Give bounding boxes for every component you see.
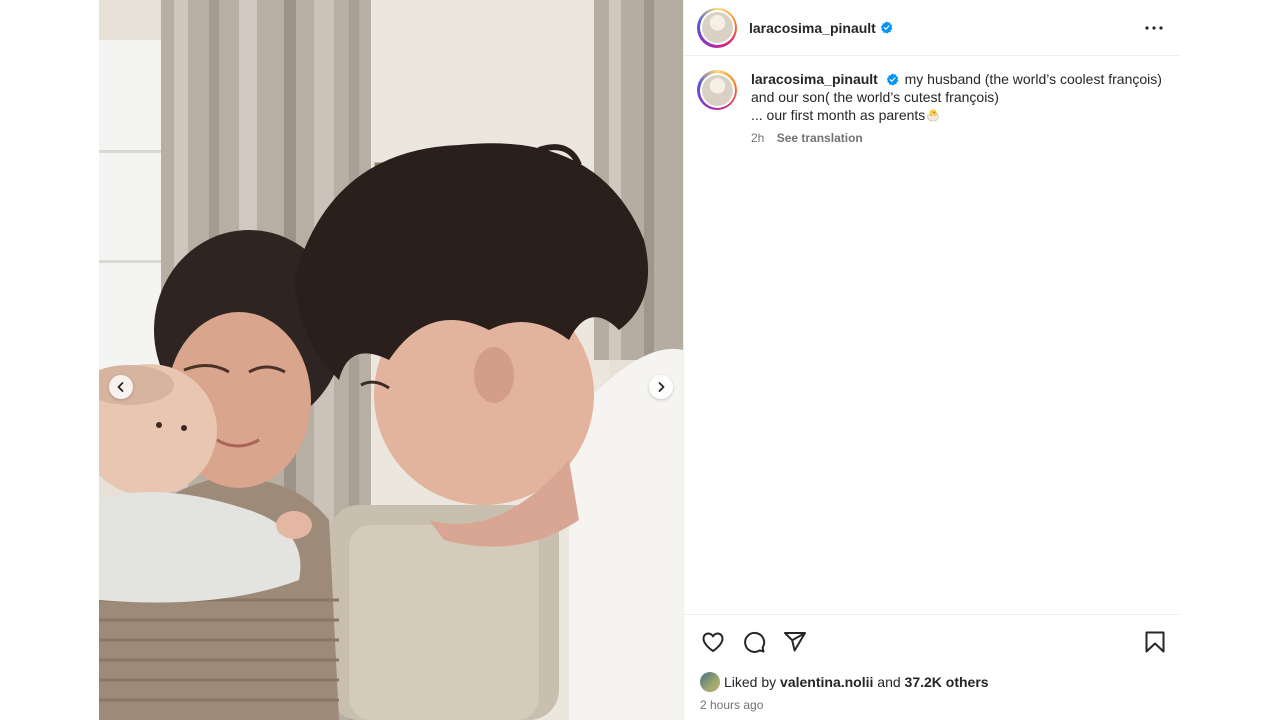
instagram-post: laracosima_pinault laracosima_pinault my…	[99, 0, 1180, 720]
avatar-image	[701, 12, 733, 43]
caption-text-line-2: and our son( the world’s cutest françois…	[751, 89, 999, 105]
likes-prefix: Liked by	[724, 674, 777, 690]
like-button[interactable]	[700, 629, 726, 655]
post-details-panel: laracosima_pinault laracosima_pinault my…	[684, 0, 1180, 720]
more-options-button[interactable]	[1142, 16, 1166, 40]
comment-icon	[744, 631, 766, 653]
liker-username[interactable]: valentina.nolii	[780, 674, 873, 690]
comments-section: laracosima_pinault my husband (the world…	[684, 56, 1180, 610]
carousel-prev-button[interactable]	[109, 375, 133, 399]
action-bar	[684, 614, 1180, 668]
likes-summary: Liked by valentina.nolii and 37.2K other…	[684, 668, 1180, 692]
chevron-left-icon	[117, 382, 124, 392]
carousel-next-button[interactable]	[649, 375, 673, 399]
caption-text-line-3: ... our first month as parents	[751, 107, 926, 123]
hatching-chick-emoji-icon	[927, 109, 940, 122]
author-avatar[interactable]	[697, 7, 737, 48]
avatar-image	[701, 74, 733, 106]
bookmark-icon	[1145, 631, 1165, 652]
likes-others-link[interactable]: 37.2K others	[905, 674, 989, 690]
caption-body: laracosima_pinault my husband (the world…	[751, 70, 1162, 147]
see-translation-button[interactable]: See translation	[777, 131, 863, 145]
author-username[interactable]: laracosima_pinault	[749, 20, 876, 36]
caption-author-avatar[interactable]	[697, 70, 737, 110]
post-media[interactable]	[99, 0, 683, 720]
verified-badge-icon	[886, 73, 899, 86]
caption-meta: 2h See translation	[751, 129, 1162, 147]
heart-icon	[702, 632, 724, 652]
liker-avatar[interactable]	[700, 672, 720, 692]
caption-text-line-1: my husband (the world’s coolest françois…	[904, 71, 1162, 87]
likes-connector: and	[877, 674, 901, 690]
caption: laracosima_pinault my husband (the world…	[697, 70, 1167, 147]
verified-badge-icon	[880, 21, 893, 34]
share-button[interactable]	[782, 629, 808, 655]
caption-username[interactable]: laracosima_pinault	[751, 71, 878, 87]
chevron-right-icon	[658, 382, 665, 392]
post-header: laracosima_pinault	[684, 0, 1180, 56]
send-icon	[784, 631, 806, 651]
post-photo	[99, 0, 683, 720]
post-timestamp[interactable]: 2 hours ago	[684, 692, 1180, 712]
save-button[interactable]	[1142, 629, 1168, 655]
comment-button[interactable]	[741, 629, 767, 655]
more-options-icon	[1145, 25, 1163, 30]
caption-time: 2h	[751, 131, 765, 145]
